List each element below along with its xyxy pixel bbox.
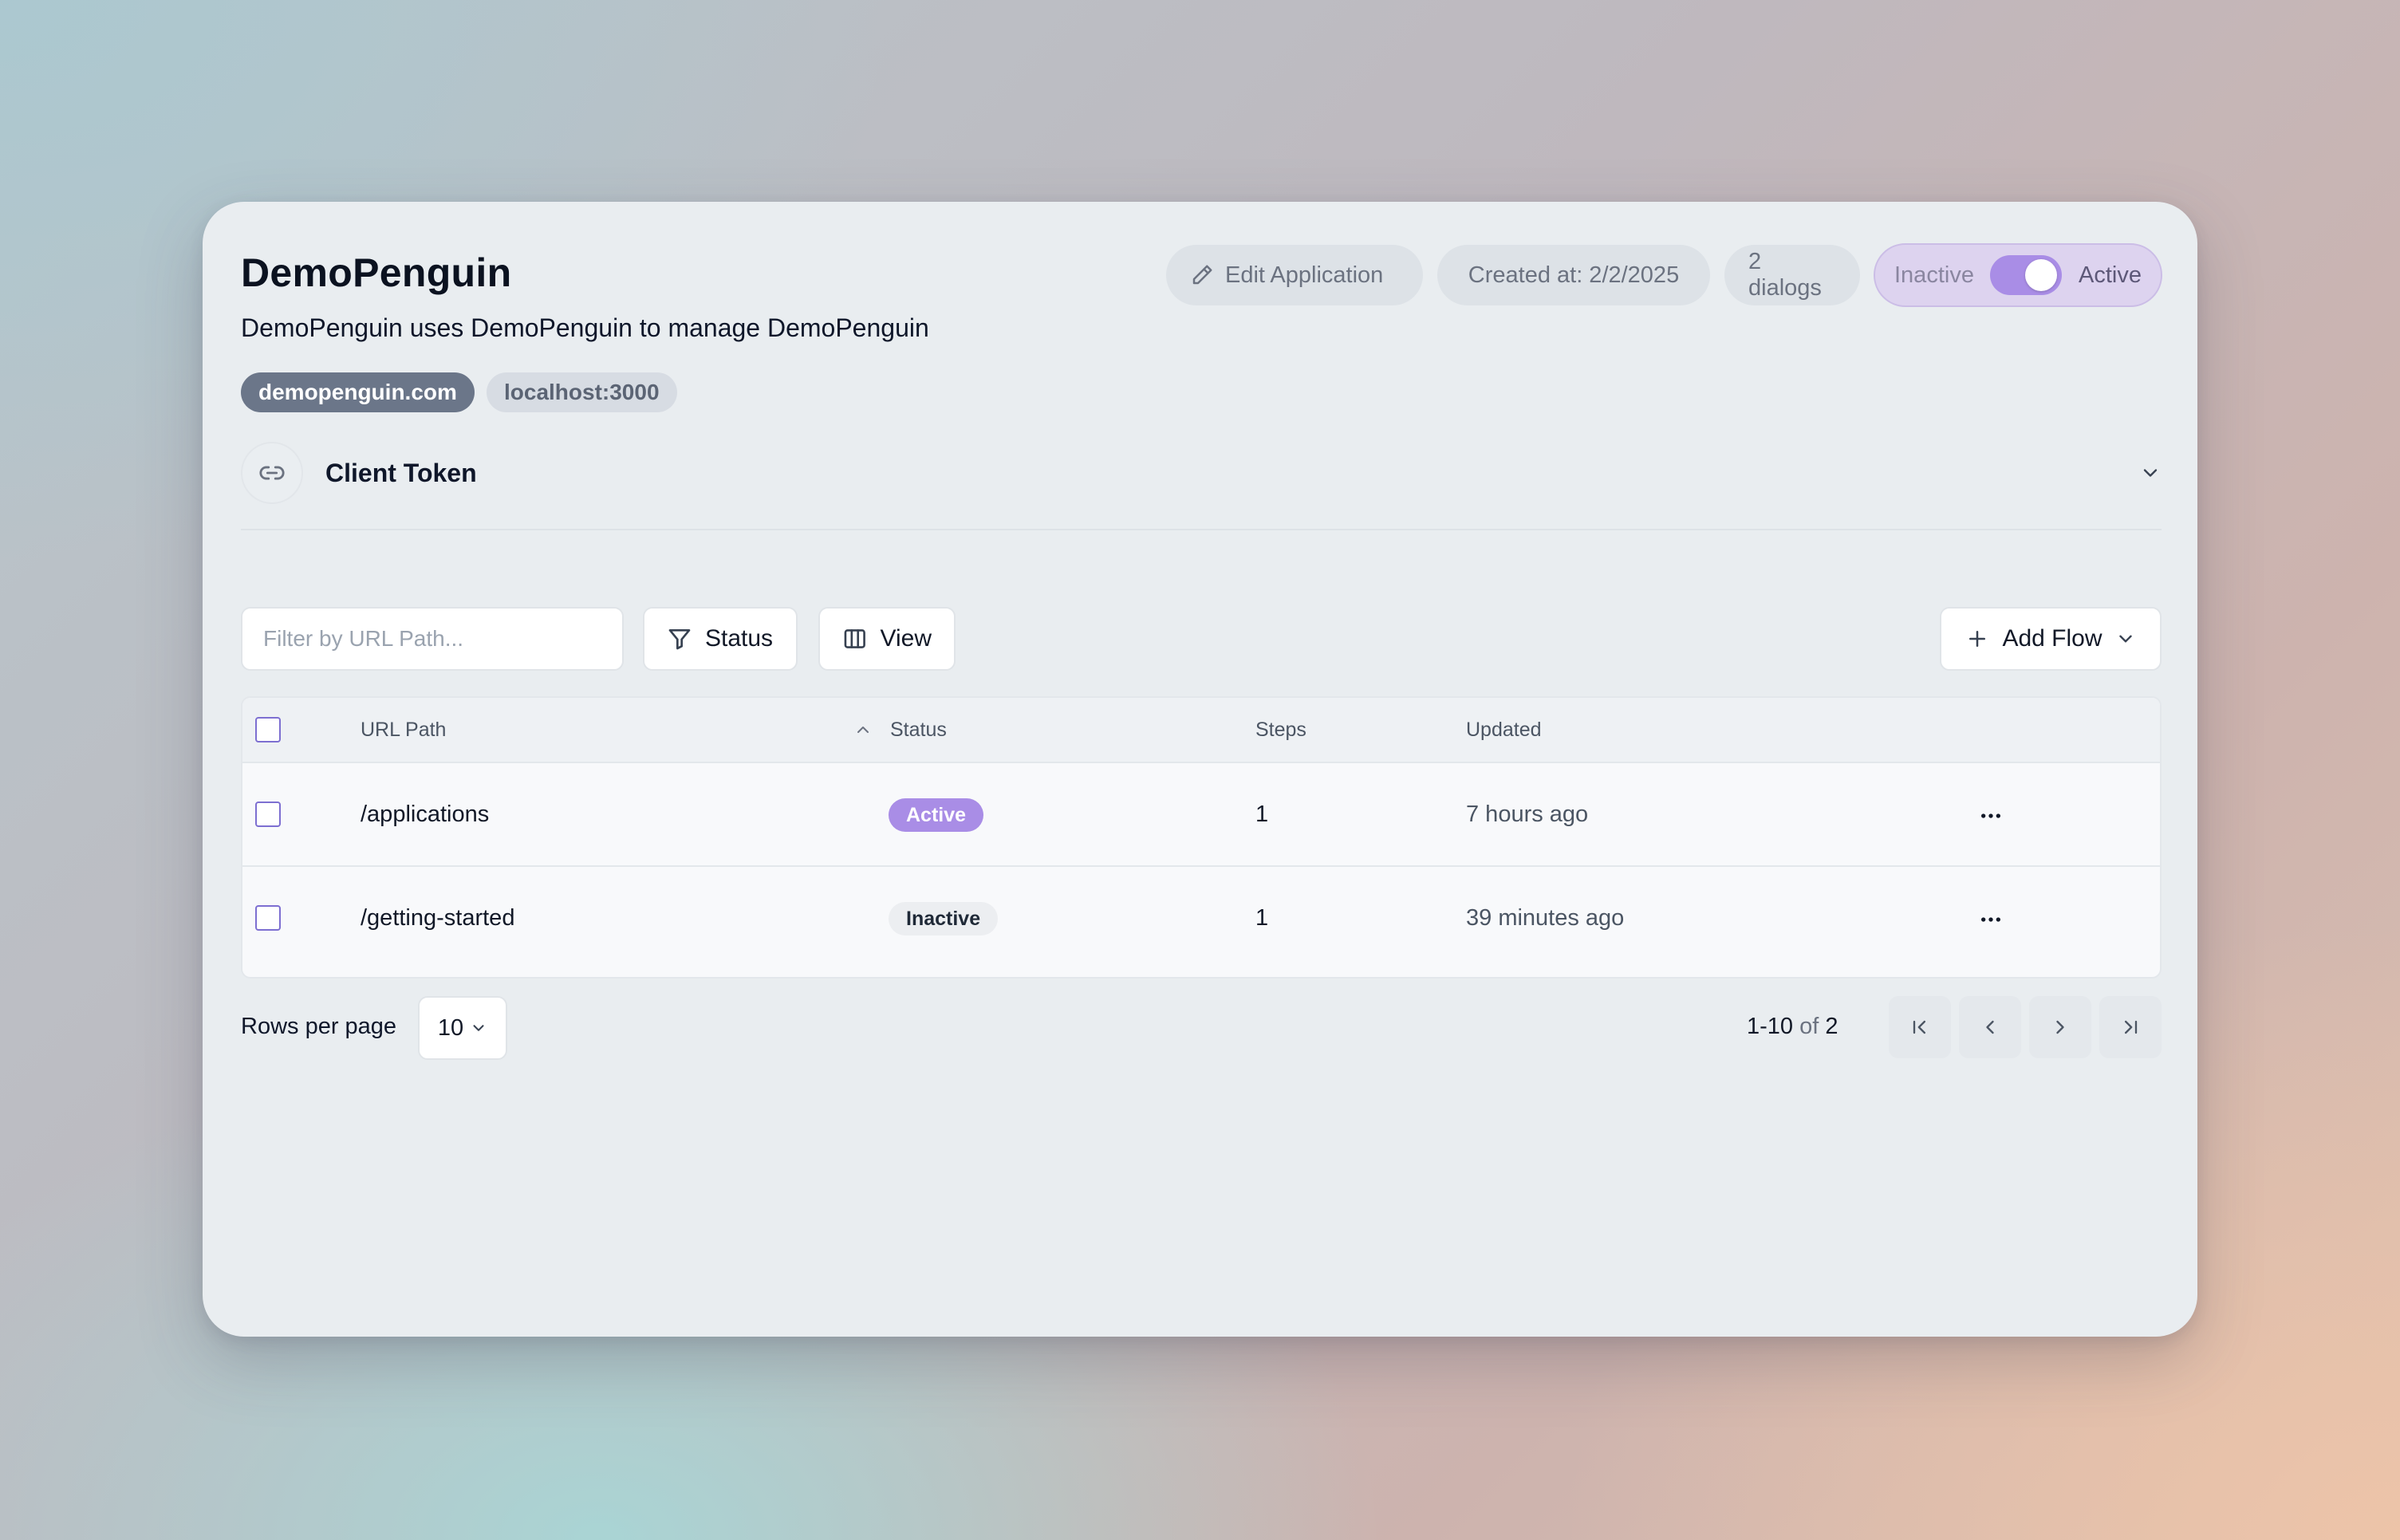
- chevron-down-icon: [2118, 635, 2132, 643]
- pagination-of: of: [1799, 1014, 1819, 1039]
- status-badge: Active: [889, 798, 984, 832]
- rows-per-page-label: Rows per page: [241, 1014, 397, 1039]
- more-options-icon[interactable]: [1978, 907, 2004, 932]
- edit-application-label: Edit Application: [1225, 262, 1384, 288]
- pagination-range: 1-10: [1747, 1014, 1794, 1039]
- status-badge: Inactive: [889, 902, 999, 935]
- link-icon: [241, 442, 303, 504]
- add-flow-button[interactable]: Add Flow: [1940, 607, 2162, 671]
- filter-url-input[interactable]: [241, 607, 624, 671]
- column-header-updated[interactable]: Updated: [1466, 719, 1542, 742]
- column-header-steps[interactable]: Steps: [1255, 719, 1306, 742]
- app-description: DemoPenguin uses DemoPenguin to manage D…: [241, 313, 929, 342]
- chevrons-last-icon: [2125, 1020, 2138, 1034]
- flows-table: URL Path Status Steps Updated /applicati…: [241, 696, 2162, 979]
- rows-per-page-select[interactable]: 10: [418, 996, 507, 1060]
- row-checkbox[interactable]: [255, 905, 281, 931]
- filter-icon: [668, 629, 691, 650]
- table-header: URL Path Status Steps Updated: [242, 698, 2160, 763]
- dialogs-count-badge: 2 dialogs: [1724, 245, 1860, 305]
- row-checkbox[interactable]: [255, 802, 281, 827]
- chevron-left-icon: [1986, 1020, 1994, 1034]
- created-at-badge: Created at: 2/2/2025: [1437, 245, 1710, 305]
- toggle-inactive-label: Inactive: [1894, 262, 1974, 288]
- chevrons-first-icon: [1913, 1020, 1925, 1034]
- chevron-down-icon[interactable]: [2139, 462, 2162, 484]
- sort-ascending-icon[interactable]: [853, 720, 873, 739]
- row-updated: 39 minutes ago: [1466, 905, 1625, 931]
- table-row[interactable]: /applications Active 1 7 hours ago: [242, 763, 2160, 867]
- first-page-button[interactable]: [1889, 996, 1951, 1058]
- column-header-url-path[interactable]: URL Path: [361, 719, 446, 742]
- chevron-right-icon: [2056, 1020, 2064, 1034]
- client-token-label: Client Token: [325, 459, 477, 487]
- next-page-button[interactable]: [2029, 996, 2091, 1058]
- plus-icon: [1969, 631, 1986, 647]
- more-options-icon[interactable]: [1978, 803, 2004, 829]
- edit-application-button[interactable]: Edit Application: [1166, 245, 1423, 305]
- last-page-button[interactable]: [2099, 996, 2162, 1058]
- application-card: DemoPenguin DemoPenguin uses DemoPenguin…: [203, 202, 2197, 1337]
- status-filter-label: Status: [705, 625, 774, 652]
- section-divider: [241, 529, 2162, 530]
- view-options-label: View: [880, 625, 932, 652]
- status-filter-button[interactable]: Status: [643, 607, 798, 671]
- toggle-knob: [2025, 259, 2058, 291]
- table-row[interactable]: /getting-started Inactive 1 39 minutes a…: [242, 867, 2160, 971]
- row-updated: 7 hours ago: [1466, 802, 1589, 827]
- select-all-checkbox[interactable]: [255, 717, 281, 742]
- column-header-status[interactable]: Status: [890, 719, 947, 742]
- row-steps: 1: [1255, 802, 1269, 827]
- pagination-info: 1-10 of 2: [1747, 1014, 1838, 1040]
- columns-icon: [844, 629, 865, 648]
- rows-per-page-value: 10: [437, 1014, 464, 1041]
- add-flow-label: Add Flow: [2002, 625, 2102, 652]
- view-options-button[interactable]: View: [818, 607, 956, 671]
- domain-chip-primary[interactable]: demopenguin.com: [241, 372, 475, 412]
- previous-page-button[interactable]: [1959, 996, 2021, 1058]
- chevron-down-icon: [473, 1025, 484, 1031]
- row-url-path: /applications: [361, 802, 490, 827]
- page-title: DemoPenguin: [241, 250, 512, 295]
- row-steps: 1: [1255, 905, 1269, 931]
- pencil-icon: [1192, 265, 1212, 285]
- row-url-path: /getting-started: [361, 905, 515, 931]
- pagination-total: 2: [1825, 1014, 1838, 1039]
- toggle-active-label: Active: [2079, 262, 2142, 288]
- client-token-accordion[interactable]: Client Token: [241, 438, 2162, 510]
- active-toggle-group: Inactive Active: [1874, 243, 2162, 307]
- domain-chip-secondary[interactable]: localhost:3000: [487, 372, 677, 412]
- active-toggle-switch[interactable]: [1990, 255, 2063, 295]
